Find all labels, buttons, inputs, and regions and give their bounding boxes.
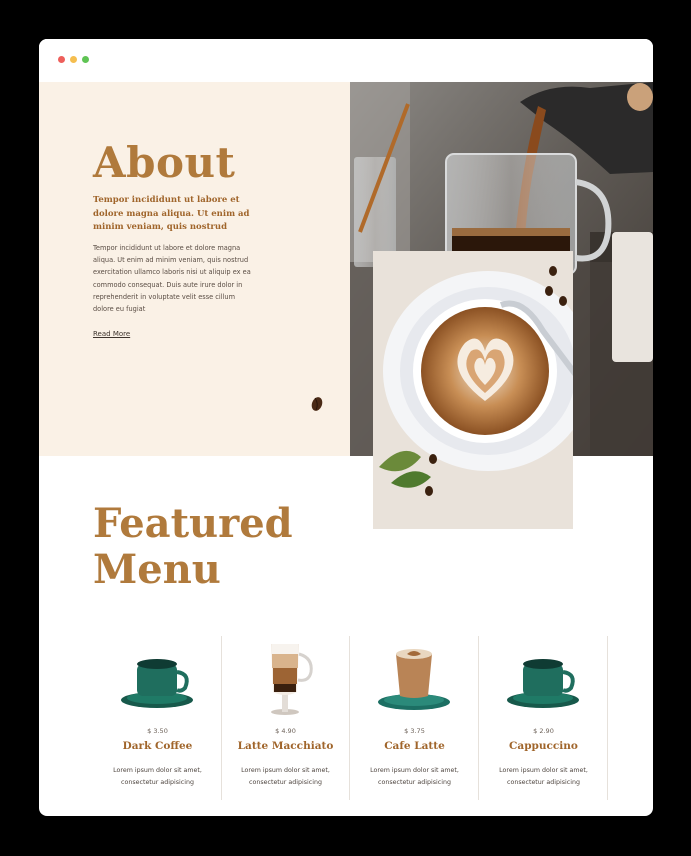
menu-name: Latte Macchiato [237,740,334,752]
menu-description: Lorem ipsum dolor sit amet, consectetur … [113,767,202,786]
latte-glass-icon [378,649,450,710]
menu-price: $ 3.50 [147,727,168,735]
maximize-window-dot[interactable] [82,56,89,63]
green-cup-icon [121,659,193,708]
menu-name: Dark Coffee [122,740,193,752]
menu-card-cappuccino[interactable]: $ 2.90 Cappuccino Lorem ipsum dolor sit … [479,636,608,800]
about-section: About Tempor incididunt ut labore et dol… [39,82,350,456]
window-titlebar [39,39,653,82]
menu-name: Cappuccino [509,740,578,752]
featured-title-line2: Menu [93,546,221,593]
about-title: About [93,138,236,187]
menu-row: $ 3.50 Dark Coffee Lorem ipsum dolor sit… [93,636,608,800]
browser-window: About Tempor incididunt ut labore et dol… [39,39,653,816]
menu-card-cafe-latte[interactable]: $ 3.75 Cafe Latte Lorem ipsum dolor sit … [350,636,479,800]
about-body-text: Tempor incididunt ut labore et dolore ma… [93,244,251,314]
latte-art-photo [373,251,573,529]
glass-mug-icon [271,644,313,715]
about-lead-text: Tempor incididunt ut labore et dolore ma… [93,195,250,232]
featured-title-line1: Featured [93,500,293,547]
coffee-bean-icon [311,397,323,411]
menu-description: Lorem ipsum dolor sit amet, consectetur … [241,767,330,786]
green-cup-icon [507,659,579,708]
menu-price: $ 4.90 [275,727,296,735]
menu-price: $ 2.90 [533,727,554,735]
menu-card-latte-macchiato[interactable]: $ 4.90 Latte Macchiato Lorem ipsum dolor… [221,636,350,800]
menu-description: Lorem ipsum dolor sit amet, consectetur … [370,767,459,786]
menu-price: $ 3.75 [404,727,425,735]
menu-card-dark-coffee[interactable]: $ 3.50 Dark Coffee Lorem ipsum dolor sit… [93,636,222,800]
read-more-link[interactable]: Read More [93,330,130,338]
close-window-dot[interactable] [58,56,65,63]
featured-menu-title: Featured Menu [93,501,293,593]
menu-description: Lorem ipsum dolor sit amet, consectetur … [499,767,588,786]
minimize-window-dot[interactable] [70,56,77,63]
menu-name: Cafe Latte [384,740,445,752]
